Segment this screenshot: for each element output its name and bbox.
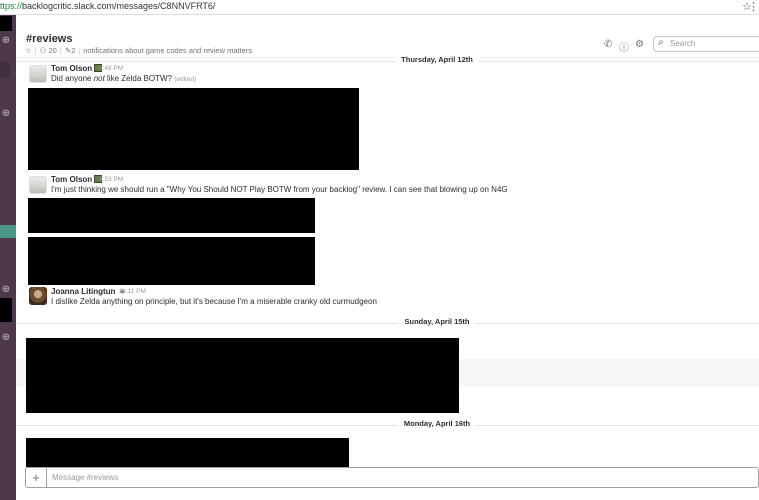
day-divider-label: Monday, April 16th: [397, 419, 477, 428]
search-placeholder: Search: [670, 39, 696, 48]
redacted-message: [26, 338, 459, 413]
channel-topic[interactable]: notifications about game codes and revie…: [83, 46, 252, 55]
member-count[interactable]: 20: [49, 46, 57, 55]
message-text: Did anyone not like Zelda BOTW? (edited): [51, 74, 197, 83]
message-timestamp[interactable]: 4:48 PM: [99, 65, 123, 72]
sidebar-plus-icon[interactable]: ⊕: [0, 35, 12, 47]
message-list[interactable]: Thursday, April 12th Tom Olson 4:48 PM D…: [16, 55, 759, 467]
url-scheme: ttps://: [0, 1, 23, 11]
sidebar-item[interactable]: [0, 62, 10, 78]
redacted-attachment: [28, 237, 315, 285]
channel-header: #reviews ☆ | ⚇ 20 | ✎2 | notifications about g…: [16, 30, 759, 58]
redacted-attachment: [28, 198, 315, 233]
sidebar-redacted-block: [0, 16, 12, 31]
phone-icon[interactable]: ✆: [604, 39, 612, 50]
message-timestamp[interactable]: 4:53 PM: [99, 176, 123, 183]
day-divider: Sunday, April 15th: [16, 317, 759, 329]
redacted-message: [26, 438, 349, 467]
pin-count[interactable]: 2: [71, 46, 75, 55]
sidebar-redacted-block: [0, 298, 12, 322]
message-sender[interactable]: Tom Olson: [51, 64, 103, 73]
message-timestamp[interactable]: 11:11 PM: [119, 288, 146, 295]
add-dm-icon[interactable]: ⊕: [0, 284, 12, 296]
avatar[interactable]: [29, 176, 47, 194]
day-divider-label: Thursday, April 12th: [395, 55, 479, 64]
message-sender[interactable]: Joanna Litingtun ✈: [51, 287, 128, 296]
channel-meta: ☆ | ⚇ 20 | ✎2 | notifications about game codes…: [25, 46, 253, 55]
add-app-icon[interactable]: ⊕: [0, 332, 12, 344]
day-divider: Thursday, April 12th: [16, 55, 759, 67]
message-input[interactable]: Message #reviews: [52, 473, 118, 482]
info-icon[interactable]: ⓘ: [619, 39, 629, 54]
add-channel-icon[interactable]: ⊕: [0, 108, 12, 120]
day-divider: Monday, April 16th: [16, 419, 759, 431]
search-icon: ⌕: [658, 37, 664, 48]
sidebar-item-active-channel[interactable]: [0, 225, 16, 238]
avatar[interactable]: [29, 287, 47, 305]
message-sender[interactable]: Tom Olson: [51, 175, 103, 184]
slack-window: ttps://backlogcritic.slack.com/messages/…: [0, 0, 759, 500]
avatar[interactable]: [29, 65, 47, 83]
star-channel-icon[interactable]: ☆: [25, 46, 32, 55]
browser-address-bar[interactable]: ttps://backlogcritic.slack.com/messages/…: [0, 0, 759, 15]
vertical-dots-icon[interactable]: ⋮: [748, 0, 759, 13]
url-path: backlogcritic.slack.com/messages/C8NNVFR…: [22, 1, 216, 11]
attach-plus-button[interactable]: +: [26, 468, 47, 487]
channel-title[interactable]: #reviews: [26, 33, 72, 45]
search-input[interactable]: ⌕ Search: [653, 36, 759, 52]
workspace-sidebar: ⊕ ⊕ ⊕ ⊕: [0, 15, 16, 500]
gear-icon[interactable]: ⚙: [635, 39, 644, 50]
day-divider-label: Sunday, April 15th: [398, 317, 476, 326]
members-icon[interactable]: ⚇: [40, 46, 47, 55]
message-composer[interactable]: + Message #reviews: [25, 467, 759, 488]
redacted-attachment: [28, 88, 359, 170]
message-text: I'm just thinking we should run a "Why Y…: [51, 185, 508, 194]
message-text: I dislike Zelda anything on principle, b…: [51, 297, 377, 306]
url-text[interactable]: ttps://backlogcritic.slack.com/messages/…: [0, 1, 215, 11]
